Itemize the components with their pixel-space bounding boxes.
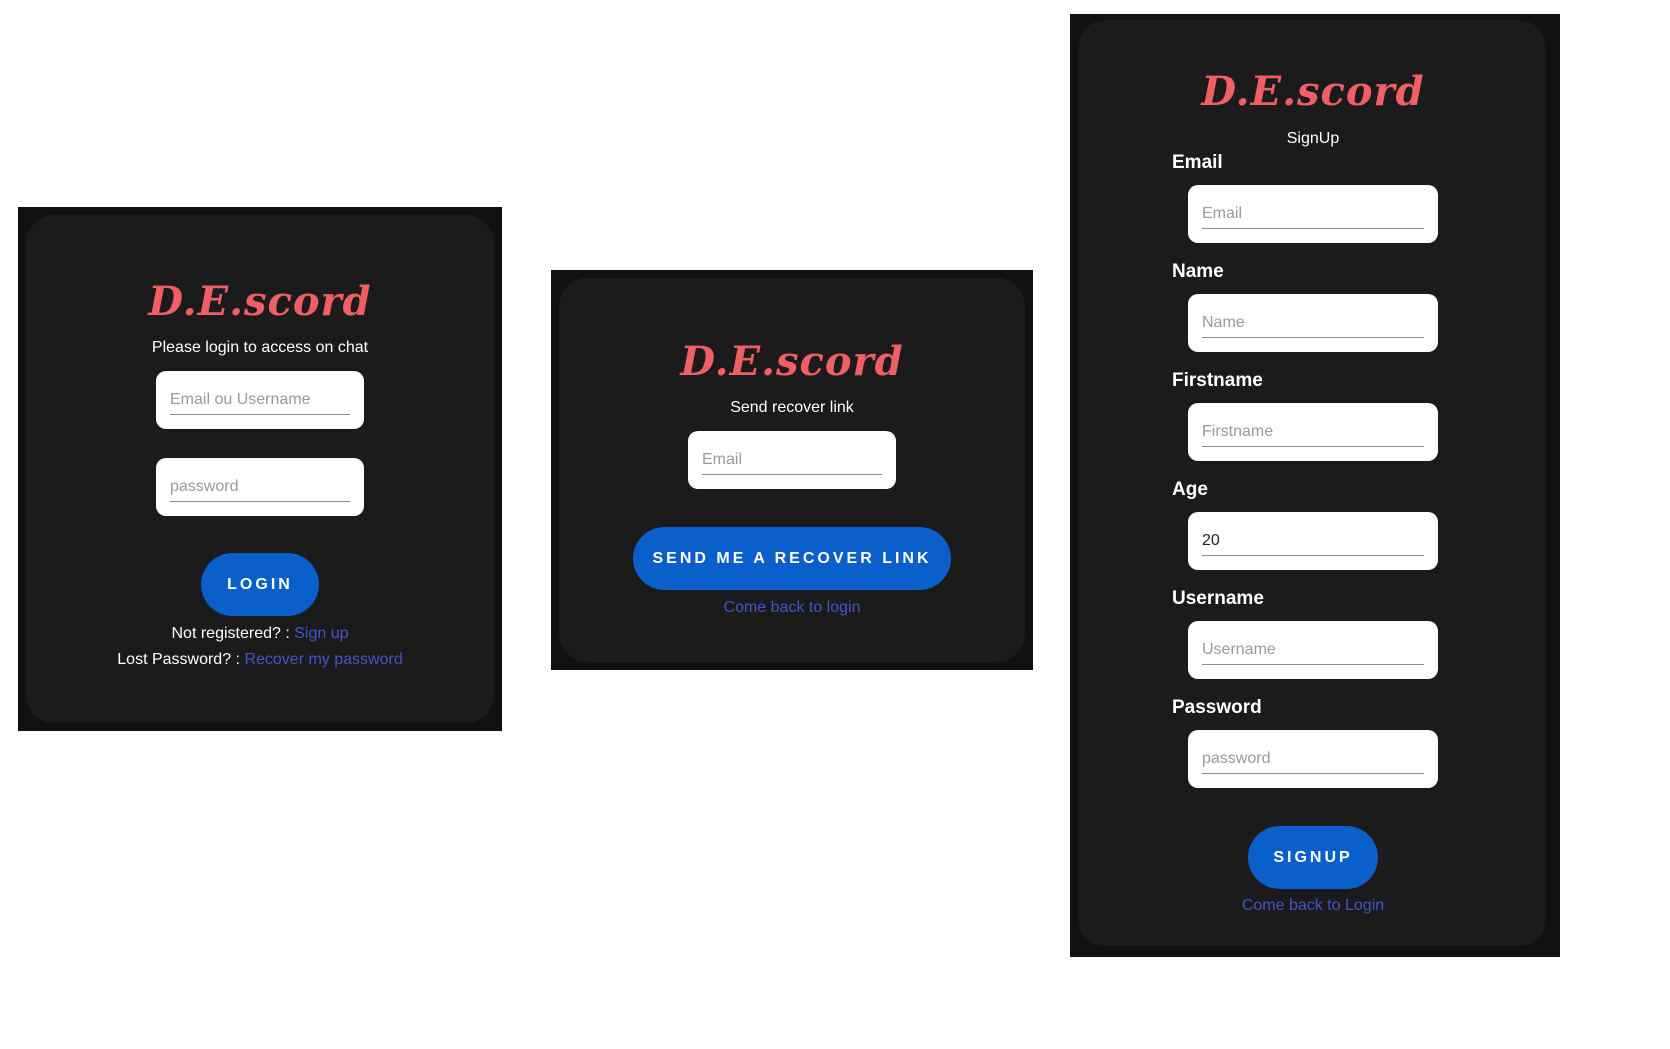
not-registered-text: Not registered? : xyxy=(171,625,290,642)
username-label: Username xyxy=(1172,588,1264,609)
password-label: Password xyxy=(1172,697,1262,718)
recover-back-line: Come back to login xyxy=(551,598,1033,618)
recover-email-input[interactable] xyxy=(702,445,882,475)
signup-back-line: Come back to Login xyxy=(1066,896,1560,916)
login-email-input[interactable] xyxy=(170,385,350,415)
come-back-to-login-link[interactable]: Come back to login xyxy=(724,599,861,616)
login-email-field xyxy=(156,371,364,429)
signup-button[interactable]: SIGNUP xyxy=(1248,826,1378,889)
signup-name-input[interactable] xyxy=(1202,308,1424,338)
signup-subtitle: SignUp xyxy=(1286,130,1340,147)
lost-password-line: Lost Password? : Recover my password xyxy=(18,650,502,670)
recover-email-field xyxy=(688,431,896,489)
signup-username-input[interactable] xyxy=(1202,635,1424,665)
signup-email-input[interactable] xyxy=(1202,199,1424,229)
signup-brand-logo: D.E.scord xyxy=(1201,68,1425,115)
signup-age-field xyxy=(1188,512,1438,570)
recover-brand-logo: D.E.scord xyxy=(680,338,904,385)
recover-subtitle: Send recover link xyxy=(730,399,854,416)
signup-card xyxy=(1078,20,1546,946)
recover-panel: D.E.scord Send recover link SEND ME A RE… xyxy=(551,270,1033,670)
firstname-label: Firstname xyxy=(1172,370,1263,391)
login-brand-logo: D.E.scord xyxy=(148,278,372,325)
signup-link[interactable]: Sign up xyxy=(294,625,348,642)
name-label: Name xyxy=(1172,261,1224,282)
signup-username-field xyxy=(1188,621,1438,679)
age-label: Age xyxy=(1172,479,1208,500)
signup-firstname-field xyxy=(1188,403,1438,461)
email-label: Email xyxy=(1172,152,1223,173)
signup-password-field xyxy=(1188,730,1438,788)
login-subtitle: Please login to access on chat xyxy=(151,339,369,356)
signup-email-field xyxy=(1188,185,1438,243)
come-back-to-login-link-signup[interactable]: Come back to Login xyxy=(1242,897,1384,914)
signup-name-field xyxy=(1188,294,1438,352)
not-registered-line: Not registered? : Sign up xyxy=(18,624,502,644)
signup-password-input[interactable] xyxy=(1202,744,1424,774)
login-password-field xyxy=(156,458,364,516)
signup-age-input[interactable] xyxy=(1202,526,1424,556)
login-panel: D.E.scord Please login to access on chat… xyxy=(18,207,502,731)
signup-firstname-input[interactable] xyxy=(1202,417,1424,447)
login-password-input[interactable] xyxy=(170,472,350,502)
send-recover-link-button[interactable]: SEND ME A RECOVER LINK xyxy=(633,527,951,590)
lost-password-text: Lost Password? : xyxy=(117,651,240,668)
recover-password-link[interactable]: Recover my password xyxy=(244,651,402,668)
login-button[interactable]: LOGIN xyxy=(201,553,319,616)
signup-panel: D.E.scord SignUp Email Name Firstname Ag… xyxy=(1070,14,1560,957)
